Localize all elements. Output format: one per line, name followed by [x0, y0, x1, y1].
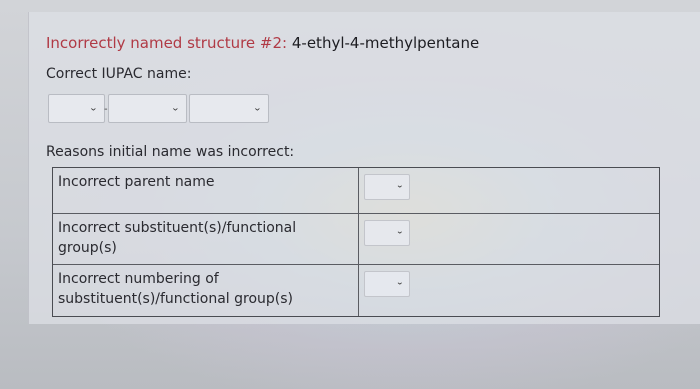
reason-label: Incorrect substituent(s)/functional grou… [58, 220, 297, 256]
title-prefix: Incorrectly named structure #2: [46, 34, 288, 52]
reason-1-select[interactable]: ⌄ [364, 174, 410, 200]
name-part-3-select[interactable]: ⌄ [189, 94, 269, 123]
chevron-down-icon: ⌄ [88, 102, 98, 113]
reason-label: Incorrect parent name [58, 174, 215, 190]
chevron-down-icon: ⌄ [252, 102, 262, 113]
chevron-down-icon: ⌄ [395, 227, 404, 236]
reasons-table: Incorrect parent name ⌄ Incorrect substi… [52, 167, 660, 317]
table-row: Incorrect parent name ⌄ [53, 168, 659, 214]
reason-3-select[interactable]: ⌄ [364, 271, 410, 297]
reason-2-select[interactable]: ⌄ [364, 220, 410, 246]
title-structure-name: 4-ethyl-4-methylpentane [287, 34, 480, 52]
chevron-down-icon: ⌄ [170, 102, 180, 113]
question-title: Incorrectly named structure #2: 4-ethyl-… [46, 34, 479, 52]
chevron-down-icon: ⌄ [395, 181, 404, 190]
table-row: Incorrect substituent(s)/functional grou… [53, 214, 659, 265]
reason-cell: Incorrect parent name [53, 168, 359, 213]
name-part-2-select[interactable]: ⌄ [108, 94, 187, 123]
reason-cell: Incorrect numbering of substituent(s)/fu… [53, 265, 359, 316]
table-row: Incorrect numbering of substituent(s)/fu… [53, 265, 659, 316]
reasons-label: Reasons initial name was incorrect: [46, 144, 295, 160]
chevron-down-icon: ⌄ [395, 278, 404, 287]
reason-label: Incorrect numbering of substituent(s)/fu… [58, 271, 293, 307]
name-part-1-select[interactable]: ⌄ [48, 94, 105, 123]
reason-cell: Incorrect substituent(s)/functional grou… [53, 214, 359, 264]
correct-name-label: Correct IUPAC name: [46, 66, 192, 82]
